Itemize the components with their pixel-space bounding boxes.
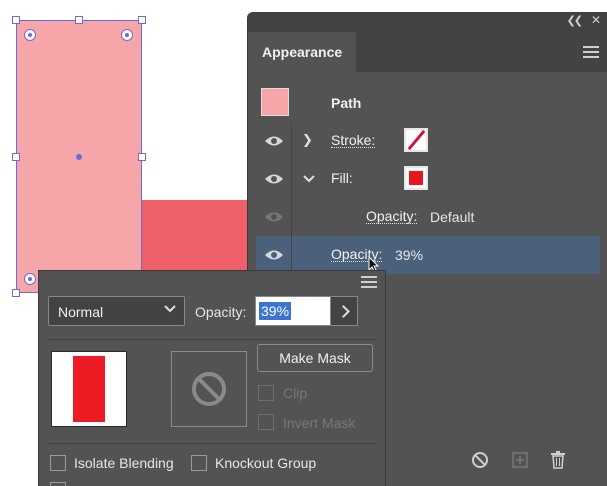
stroke-swatch[interactable] <box>404 128 428 152</box>
clear-appearance-icon[interactable] <box>470 450 490 470</box>
opacity-input-value: 39% <box>259 302 292 320</box>
appearance-row-path[interactable]: Path <box>256 84 600 122</box>
eye-icon <box>265 250 283 260</box>
clip-label: Clip <box>283 385 308 401</box>
fill-label[interactable]: Fill: <box>331 171 353 185</box>
opacity-slider-button[interactable] <box>331 296 358 326</box>
corner-radius-widget[interactable] <box>24 29 36 41</box>
opacity-mask-checkbox[interactable] <box>50 482 66 486</box>
mask-thumbnail[interactable] <box>171 351 247 427</box>
visibility-toggle[interactable] <box>256 160 292 198</box>
fill-opacity-label[interactable]: Opacity: <box>366 209 418 224</box>
appearance-footer <box>388 450 607 486</box>
divider <box>48 443 378 444</box>
panel-menu-icon[interactable] <box>583 46 599 61</box>
panel-options-icon[interactable] <box>361 276 377 291</box>
opacity-input[interactable]: 39% <box>255 296 331 326</box>
fill-swatch[interactable] <box>404 166 428 190</box>
bbox-handle-bottom-left[interactable] <box>12 289 20 297</box>
opacity-field-label: Opacity: <box>195 304 247 320</box>
bbox-handle-middle-left[interactable] <box>12 153 20 161</box>
visibility-toggle[interactable] <box>256 198 292 236</box>
bbox-handle-top-center[interactable] <box>75 16 83 24</box>
isolate-blending-label: Isolate Blending <box>74 455 174 471</box>
stroke-label[interactable]: Stroke: <box>331 133 376 148</box>
chevron-right-icon[interactable]: ❯ <box>302 132 313 148</box>
opacity-value: 39% <box>395 247 424 263</box>
close-icon[interactable]: ✕ <box>591 13 601 27</box>
center-point <box>76 154 82 160</box>
isolate-blending-checkbox[interactable] <box>50 455 66 471</box>
visibility-toggle[interactable] <box>256 236 292 274</box>
bbox-handle-middle-right[interactable] <box>138 153 146 161</box>
tab-appearance[interactable]: Appearance <box>248 32 357 72</box>
make-mask-button[interactable]: Make Mask <box>257 344 373 372</box>
appearance-list: Path ❯ Stroke: Fill: Opacity: Default Op… <box>256 84 600 274</box>
bbox-handle-top-right[interactable] <box>138 16 146 24</box>
knockout-group-checkbox[interactable] <box>191 455 207 471</box>
invert-mask-label: Invert Mask <box>283 415 356 431</box>
transparency-panel: Normal Opacity: 39% Make Mask Clip Inver… <box>38 270 386 486</box>
invert-mask-checkbox[interactable] <box>258 414 274 430</box>
knockout-group-label: Knockout Group <box>215 455 317 471</box>
appearance-row-fill[interactable]: Fill: <box>256 160 600 198</box>
trash-icon[interactable] <box>548 450 568 470</box>
appearance-row-fill-opacity[interactable]: Opacity: Default <box>256 198 600 236</box>
eye-icon <box>265 174 283 184</box>
duplicate-item-icon[interactable] <box>510 450 530 470</box>
no-mask-icon <box>192 372 226 406</box>
panel-tab-bar: Appearance <box>248 32 607 72</box>
bbox-handle-top-left[interactable] <box>12 16 20 24</box>
collapse-panel-icon[interactable]: ❮❮ <box>567 14 584 27</box>
chevron-down-icon <box>164 305 176 313</box>
eye-icon <box>265 212 283 222</box>
eye-icon <box>265 136 283 146</box>
appearance-row-stroke[interactable]: ❯ Stroke: <box>256 122 600 160</box>
appearance-row-opacity[interactable]: Opacity: 39% <box>256 236 600 274</box>
red-rectangle-right[interactable] <box>142 200 252 280</box>
blend-mode-value: Normal <box>58 304 104 320</box>
corner-radius-widget[interactable] <box>121 29 133 41</box>
blend-mode-select[interactable]: Normal <box>48 296 185 326</box>
chevron-down-icon[interactable] <box>302 174 316 184</box>
divider <box>48 339 378 340</box>
object-thumbnail[interactable] <box>51 351 127 427</box>
path-label: Path <box>331 95 362 111</box>
fill-opacity-value: Default <box>430 209 475 225</box>
path-thumbnail <box>261 88 289 116</box>
visibility-toggle[interactable] <box>256 122 292 160</box>
corner-radius-widget[interactable] <box>24 273 36 285</box>
panel-title-bar[interactable]: ❮❮ ✕ <box>248 12 607 32</box>
clip-checkbox[interactable] <box>258 385 274 401</box>
